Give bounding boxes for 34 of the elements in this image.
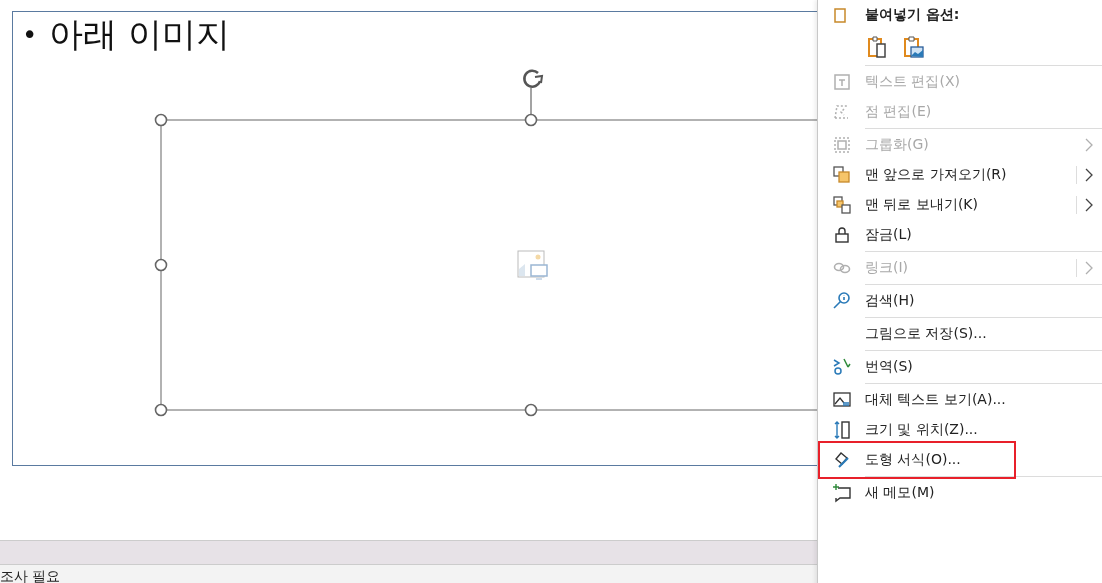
menu-item[interactable]: 크기 및 위치(Z)... (818, 415, 1102, 445)
chevron-right-icon (1085, 198, 1093, 212)
paste-picture-icon[interactable] (902, 35, 926, 59)
search-icon (831, 291, 852, 311)
bullet: • (22, 20, 38, 50)
menu-item[interactable]: 새 메모(M) (818, 478, 1102, 508)
menu-item[interactable]: 그림으로 저장(S)... (818, 319, 1102, 349)
menu-item[interactable]: 맨 뒤로 보내기(K) (818, 190, 1102, 220)
group-icon (831, 135, 852, 155)
text-box-icon (831, 72, 852, 92)
menu-item[interactable]: 맨 앞으로 가져오기(R) (818, 160, 1102, 190)
slide-title: 아래 이미지 (49, 13, 231, 56)
resize-handle[interactable] (154, 403, 168, 417)
resize-handle[interactable] (154, 258, 168, 272)
resize-handle[interactable] (154, 113, 168, 127)
translate-icon (831, 357, 852, 377)
rotate-handle[interactable] (523, 69, 544, 115)
chevron-right-icon (1085, 168, 1093, 182)
chevron-right-icon (1085, 261, 1093, 275)
status-text: 조사 필요 (0, 568, 61, 583)
image-placeholder-icon (517, 250, 548, 280)
send-back-icon (831, 195, 852, 215)
chevron-right-icon (1085, 138, 1093, 152)
comment-icon (831, 483, 852, 503)
image-text-icon (831, 390, 852, 410)
resize-handle[interactable] (524, 403, 538, 417)
bring-front-icon (831, 165, 852, 185)
menu-item[interactable]: 도형 서식(O)... (818, 445, 1102, 475)
menu-item[interactable]: 검색(H) (818, 286, 1102, 316)
menu-item[interactable]: 잠금(L) (818, 220, 1102, 250)
menu-header: 붙여넣기 옵션: (865, 6, 960, 24)
resize-handle[interactable] (524, 113, 538, 127)
menu-item[interactable]: 대체 텍스트 보기(A)... (818, 385, 1102, 415)
menu-item[interactable]: 번역(S) (818, 352, 1102, 382)
